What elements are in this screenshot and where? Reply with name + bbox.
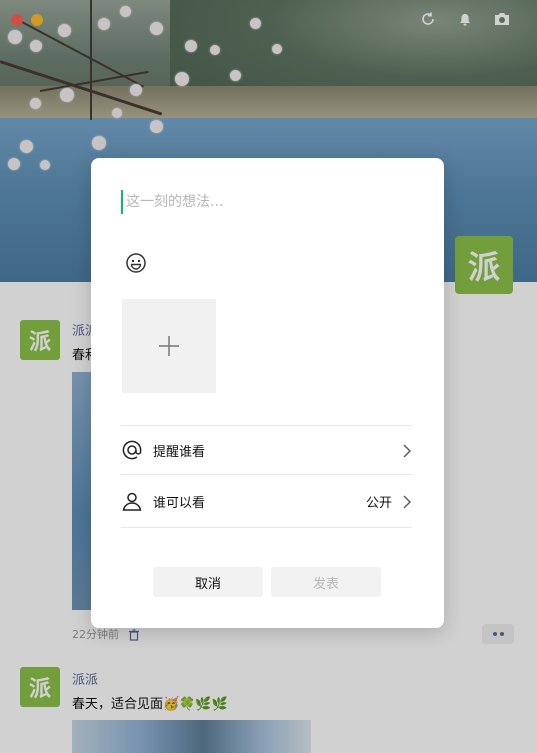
visibility-row[interactable]: 谁可以看 公开 <box>121 475 412 527</box>
divider <box>121 527 412 528</box>
smiley-icon[interactable] <box>125 252 147 274</box>
remind-who-row[interactable]: 提醒谁看 <box>121 424 412 476</box>
thought-input[interactable] <box>121 190 411 214</box>
chevron-right-icon <box>402 443 412 458</box>
visibility-value: 公开 <box>365 495 392 511</box>
post-composer-dialog: 提醒谁看 谁可以看 公开 取消 发表 <box>91 158 444 628</box>
person-icon <box>121 490 143 512</box>
chevron-right-icon <box>402 494 412 509</box>
add-photo-button[interactable] <box>122 299 216 393</box>
post-button[interactable]: 发表 <box>271 567 381 597</box>
plus-icon <box>159 336 179 356</box>
cancel-button[interactable]: 取消 <box>153 567 263 597</box>
remind-who-label: 提醒谁看 <box>153 444 206 460</box>
at-icon <box>121 439 143 461</box>
visibility-label: 谁可以看 <box>153 495 206 511</box>
